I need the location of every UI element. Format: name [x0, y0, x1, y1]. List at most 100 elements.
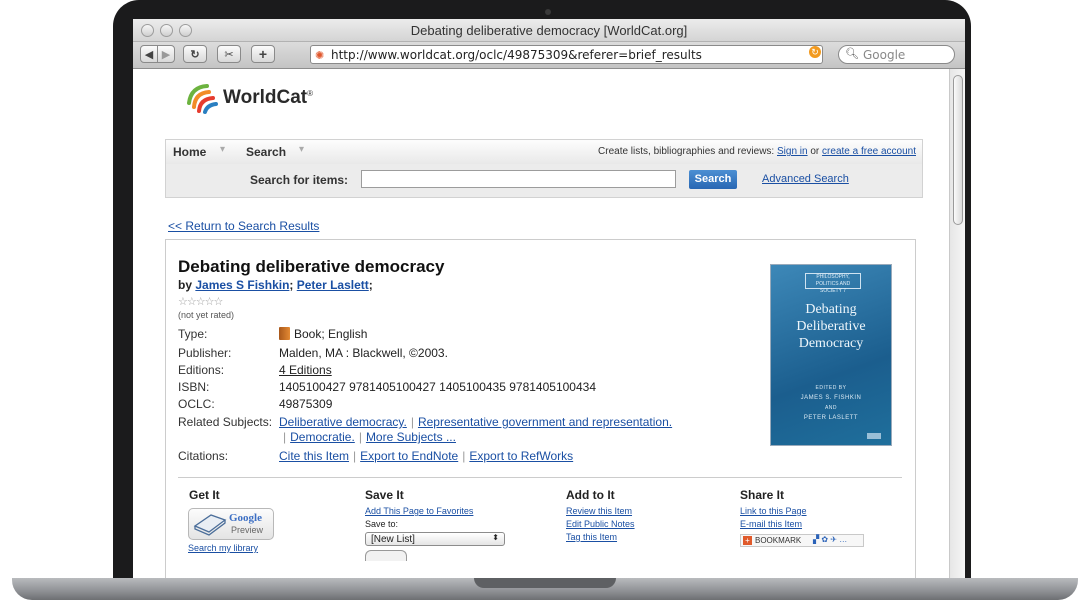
save-button[interactable]: [365, 550, 407, 561]
bookmark-share-button[interactable]: + BOOKMARK ▞ ✿ ✈ …: [740, 534, 864, 547]
google-brand: Google: [229, 512, 262, 524]
email-item-link[interactable]: E-mail this Item: [740, 519, 802, 529]
worldcat-logo-icon: [187, 84, 218, 114]
publisher-logo-icon: [867, 433, 881, 439]
rating-stars[interactable]: ☆☆☆☆☆: [178, 295, 223, 308]
cover-title: Debating Deliberative Democracy: [796, 302, 866, 351]
camera: [545, 9, 551, 15]
return-to-results-link[interactable]: << Return to Search Results: [168, 219, 319, 233]
record-authors: by James S Fishkin; Peter Laslett;: [178, 278, 373, 292]
nav-home[interactable]: Home: [173, 145, 206, 159]
list-select[interactable]: [New List] ⬍: [365, 532, 505, 546]
list-select-value: [New List]: [371, 534, 415, 545]
book-cover-image[interactable]: PHILOSOPHY, POLITICS AND SOCIETY 7 Debat…: [770, 264, 892, 446]
record-panel: Debating deliberative democracy by James…: [165, 239, 916, 585]
account-promo: Create lists, bibliographies and reviews…: [598, 146, 916, 157]
type-label: Type:: [178, 327, 208, 341]
window-titlebar: Debating deliberative democracy [WorldCa…: [133, 19, 965, 42]
add-bookmark-button[interactable]: +: [251, 45, 275, 63]
by-text: by: [178, 278, 193, 292]
advanced-search-link[interactable]: Advanced Search: [762, 173, 849, 185]
citations-label: Citations:: [178, 449, 229, 463]
site-nav: Home ▾ Search ▾ Create lists, bibliograp…: [165, 139, 923, 164]
search-library-link[interactable]: Search my library: [188, 543, 258, 553]
worldcat-favicon-icon: ✺: [315, 50, 325, 62]
save-to-label: Save to:: [365, 519, 399, 529]
record-title: Debating deliberative democracy: [178, 257, 445, 276]
oclc-label: OCLC:: [178, 397, 215, 411]
nav-search[interactable]: Search: [246, 145, 286, 159]
plus-icon: +: [743, 536, 752, 545]
link-page-link[interactable]: Link to this Page: [740, 506, 807, 516]
search-dropdown-icon[interactable]: ▾: [299, 144, 304, 155]
magnifier-icon: 🔍︎: [845, 48, 859, 60]
editions-link[interactable]: 4 Editions: [279, 363, 332, 377]
subject-link[interactable]: Democratie.: [290, 430, 355, 444]
share-it-heading: Share It: [740, 488, 785, 502]
select-arrows-icon: ⬍: [492, 533, 499, 542]
type-value: Book; English: [279, 327, 367, 341]
snippet-button[interactable]: ✂: [217, 45, 241, 63]
back-button[interactable]: ◀: [140, 45, 158, 63]
url-text: http://www.worldcat.org/oclc/49875309&re…: [331, 48, 702, 62]
rss-icon[interactable]: ↻: [809, 46, 821, 58]
publisher-label: Publisher:: [178, 346, 232, 360]
book-icon: [279, 327, 290, 340]
logo-text: WorldCat: [223, 87, 308, 108]
cover-editors: EDITED BY JAMES S. FISHKIN AND PETER LAS…: [800, 385, 862, 421]
editions-label: Editions:: [178, 363, 225, 377]
publisher-value: Malden, MA : Blackwell, ©2003.: [279, 346, 448, 360]
section-divider: [178, 477, 902, 478]
subjects-label: Related Subjects:: [178, 415, 273, 429]
rating-note: (not yet rated): [178, 310, 235, 320]
subject-link[interactable]: Representative government and representa…: [418, 415, 672, 429]
search-button[interactable]: Search: [689, 170, 737, 189]
window-title: Debating deliberative democracy [WorldCa…: [410, 23, 688, 38]
export-endnote-link[interactable]: Export to EndNote: [360, 449, 458, 463]
subjects-line2: | Democratie. | More Subjects ...: [283, 430, 456, 444]
citation-links: Cite this Item | Export to EndNote | Export …: [279, 449, 574, 463]
author-link[interactable]: James S Fishkin: [195, 278, 289, 292]
vertical-scrollbar[interactable]: [949, 69, 965, 585]
open-book-icon: [193, 514, 227, 536]
add-favorites-link[interactable]: Add This Page to Favorites: [365, 506, 473, 516]
worldcat-logo[interactable]: WorldCat ®: [185, 81, 313, 115]
isbn-value: 1405100427 9781405100427 1405100435 9781…: [279, 380, 596, 394]
export-refworks-link[interactable]: Export to RefWorks: [469, 449, 573, 463]
google-preview-button[interactable]: Google Preview: [188, 508, 274, 540]
author-link[interactable]: Peter Laslett: [297, 278, 369, 292]
google-search-box[interactable]: 🔍︎ Google: [838, 45, 955, 64]
browser-toolbar: ◀ ▶ ↻ ✂ + ✺ http://www.worldcat.org/oclc…: [133, 42, 965, 69]
save-it-heading: Save It: [365, 488, 404, 502]
address-bar[interactable]: ✺ http://www.worldcat.org/oclc/49875309&…: [310, 45, 823, 64]
subjects-line1: Deliberative democracy. | Representative g…: [279, 415, 673, 429]
home-dropdown-icon[interactable]: ▾: [220, 144, 225, 155]
create-account-link[interactable]: create a free account: [822, 146, 916, 157]
preview-text: Preview: [231, 525, 264, 535]
promo-text: Create lists, bibliographies and reviews…: [598, 146, 775, 157]
review-item-link[interactable]: Review this Item: [566, 506, 632, 516]
forward-button[interactable]: ▶: [157, 45, 175, 63]
search-input[interactable]: [361, 170, 676, 188]
reload-button[interactable]: ↻: [183, 45, 207, 63]
tag-item-link[interactable]: Tag this Item: [566, 532, 617, 542]
edit-notes-link[interactable]: Edit Public Notes: [566, 519, 635, 529]
oclc-value: 49875309: [279, 397, 333, 411]
plus-icon: +: [258, 46, 268, 62]
isbn-label: ISBN:: [178, 380, 210, 394]
search-bar: Search for items: Search Advanced Search: [165, 164, 923, 198]
snippet-icon: ✂: [224, 48, 234, 61]
sign-in-link[interactable]: Sign in: [777, 146, 808, 157]
or-text: or: [810, 146, 820, 157]
search-label: Search for items:: [250, 173, 349, 187]
more-subjects-link[interactable]: More Subjects ...: [366, 430, 456, 444]
bookmark-label: BOOKMARK: [755, 536, 802, 545]
scrollbar-thumb[interactable]: [953, 75, 963, 225]
share-services-icon: ▞ ✿ ✈ …: [813, 535, 848, 544]
cite-item-link[interactable]: Cite this Item: [279, 449, 349, 463]
back-arrow-icon: ◀: [144, 48, 154, 61]
search-placeholder: Google: [863, 48, 906, 62]
subject-link[interactable]: Deliberative democracy.: [279, 415, 407, 429]
registered-mark: ®: [307, 88, 313, 98]
get-it-heading: Get It: [189, 488, 220, 502]
